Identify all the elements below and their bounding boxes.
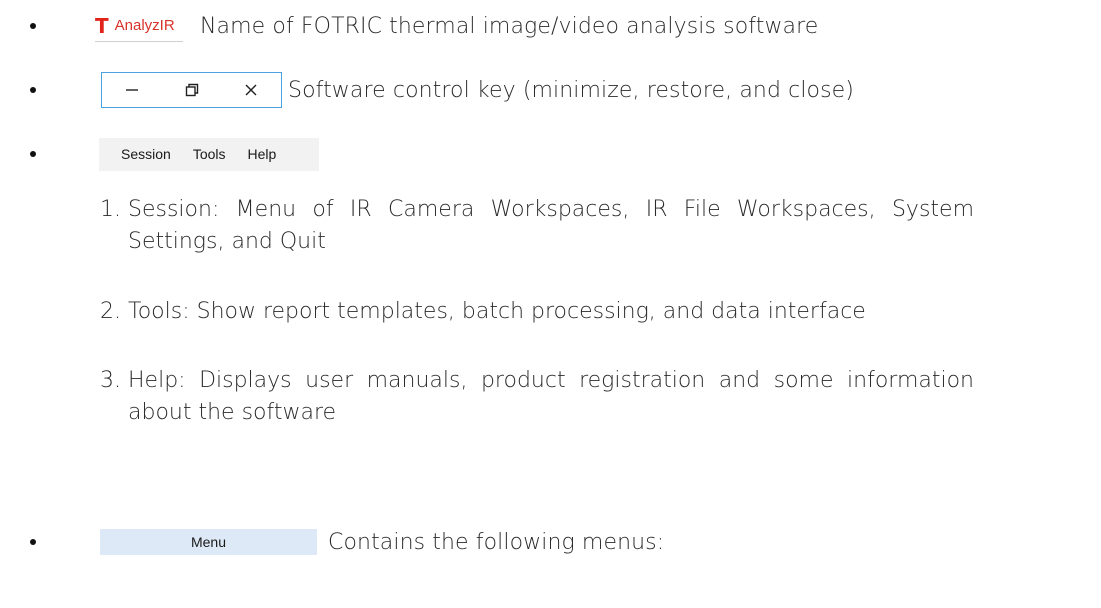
control-keys-description: Software control key (minimize, restore,… bbox=[288, 77, 854, 103]
restore-button[interactable] bbox=[162, 73, 222, 107]
bullet-dot bbox=[30, 539, 36, 545]
bullet-item-menu: Menu Contains the following menus: bbox=[0, 522, 1101, 562]
item-number: 3. bbox=[100, 368, 121, 393]
item-text: Session: Menu of IR Camera Workspaces, I… bbox=[128, 197, 974, 254]
minimize-button[interactable] bbox=[102, 73, 162, 107]
menu-item-session[interactable]: Session bbox=[121, 146, 171, 162]
window-controls bbox=[101, 72, 282, 108]
item-number: 2. bbox=[100, 299, 121, 324]
menu-description: Contains the following menus: bbox=[328, 529, 665, 555]
bullet-dot bbox=[30, 23, 36, 29]
item-number: 1. bbox=[100, 197, 121, 222]
bullet-item-control-keys: Software control key (minimize, restore,… bbox=[0, 70, 1101, 110]
bullet-item-software-name: T AnalyzIR Name of FOTRIC thermal image/… bbox=[0, 6, 1101, 46]
logo-text: AnalyzIR bbox=[114, 17, 175, 34]
analyzir-logo: T AnalyzIR bbox=[95, 11, 183, 42]
menu-chip[interactable]: Menu bbox=[100, 529, 317, 555]
menu-item-tools[interactable]: Tools bbox=[193, 146, 226, 162]
restore-icon bbox=[185, 83, 198, 97]
menu-item-help[interactable]: Help bbox=[248, 146, 277, 162]
close-button[interactable] bbox=[221, 73, 281, 107]
menu-bar: Session Tools Help bbox=[99, 137, 319, 171]
bullet-item-menubar: Session Tools Help bbox=[0, 134, 1101, 174]
software-name-description: Name of FOTRIC thermal image/video analy… bbox=[200, 13, 819, 39]
logo-mark: T bbox=[95, 13, 109, 38]
item-text: Help: Displays user manuals, product reg… bbox=[128, 368, 974, 425]
item-text: Tools: Show report templates, batch proc… bbox=[128, 299, 866, 324]
minimize-icon bbox=[125, 89, 138, 91]
bullet-dot bbox=[30, 151, 36, 157]
close-icon bbox=[245, 84, 257, 96]
bullet-dot bbox=[30, 87, 36, 93]
